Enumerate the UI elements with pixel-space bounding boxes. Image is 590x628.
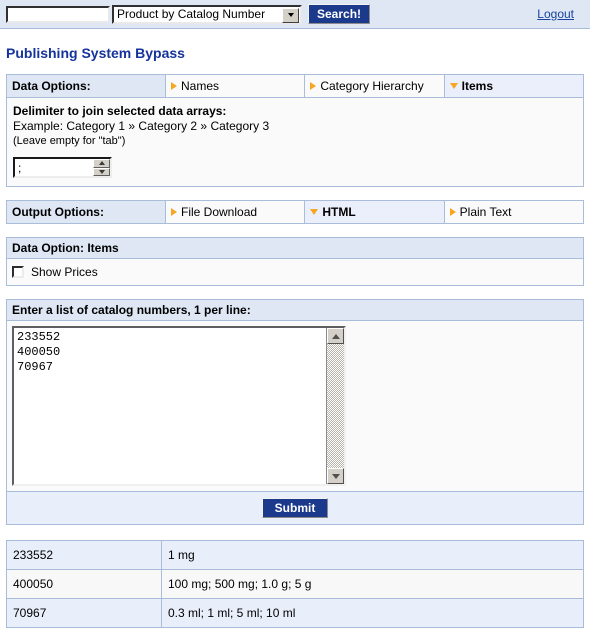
spinner-up-icon[interactable]	[93, 159, 110, 168]
result-sizes: 1 mg	[161, 540, 584, 570]
catalog-textarea-wrap: 233552 400050 70967	[12, 326, 346, 486]
triangle-right-icon	[449, 207, 456, 216]
data-options-label: Data Options:	[6, 74, 166, 98]
output-option-html[interactable]: HTML	[304, 200, 445, 224]
scroll-up-icon[interactable]	[327, 328, 344, 344]
logout-link[interactable]: Logout	[537, 7, 574, 21]
data-option-items-label: Items	[461, 79, 494, 93]
search-scope-select[interactable]: Product by Catalog Number	[112, 4, 302, 24]
search-input[interactable]	[6, 5, 110, 23]
triangle-down-icon	[310, 208, 319, 215]
data-option-names[interactable]: Names	[164, 74, 306, 98]
delimiter-section: Delimiter to join selected data arrays: …	[6, 98, 584, 187]
spinner-buttons	[93, 159, 110, 176]
data-option-items-heading: Data Option: Items	[7, 238, 583, 259]
output-option-plain-text-label: Plain Text	[459, 205, 512, 219]
data-option-items[interactable]: Items	[443, 74, 585, 98]
textarea-scrollbar[interactable]	[326, 328, 344, 484]
output-option-file-download[interactable]: File Download	[164, 200, 306, 224]
delimiter-example: Example: Category 1 » Category 2 » Categ…	[13, 119, 270, 133]
page-title: Publishing System Bypass	[6, 45, 185, 61]
result-catalog: 233552	[6, 540, 162, 570]
table-row: 400050 100 mg; 500 mg; 1.0 g; 5 g	[6, 569, 584, 599]
show-prices-label: Show Prices	[31, 265, 98, 279]
data-options-bar: Data Options: Names Category Hierarchy I…	[6, 74, 585, 98]
submit-row: Submit	[7, 492, 583, 524]
catalog-input-panel: Enter a list of catalog numbers, 1 per l…	[6, 299, 584, 525]
show-prices-checkbox[interactable]	[12, 266, 24, 278]
delimiter-note: (Leave empty for "tab")	[13, 135, 126, 147]
result-catalog: 70967	[6, 598, 162, 628]
result-catalog: 400050	[6, 569, 162, 599]
data-option-names-label: Names	[181, 79, 220, 93]
triangle-right-icon	[171, 81, 177, 90]
delimiter-spinner[interactable]	[13, 157, 112, 178]
triangle-right-icon	[171, 207, 177, 216]
data-option-items-panel: Data Option: Items Show Prices	[6, 237, 584, 286]
show-prices-row[interactable]: Show Prices	[12, 265, 578, 279]
output-option-plain-text[interactable]: Plain Text	[443, 200, 585, 224]
search-scope-value: Product by Catalog Number	[117, 7, 266, 21]
output-options-label: Output Options:	[6, 200, 166, 224]
triangle-down-icon	[449, 82, 458, 89]
result-sizes: 0.3 ml; 1 ml; 5 ml; 10 ml	[161, 598, 584, 628]
results-table: 233552 1 mg 400050 100 mg; 500 mg; 1.0 g…	[6, 540, 584, 628]
chevron-down-icon[interactable]	[282, 7, 299, 23]
table-row: 70967 0.3 ml; 1 ml; 5 ml; 10 ml	[6, 598, 584, 628]
data-option-category-hierarchy-label: Category Hierarchy	[320, 79, 424, 93]
catalog-input-body: 233552 400050 70967	[7, 321, 583, 492]
search-button[interactable]: Search!	[308, 4, 371, 24]
output-option-file-download-label: File Download	[181, 205, 258, 219]
catalog-numbers-textarea[interactable]: 233552 400050 70967	[14, 328, 326, 484]
scroll-down-icon[interactable]	[327, 468, 344, 484]
delimiter-title: Delimiter to join selected data arrays:	[13, 104, 227, 118]
triangle-right-icon	[310, 81, 317, 90]
catalog-input-heading: Enter a list of catalog numbers, 1 per l…	[7, 300, 583, 321]
logout-container: Logout	[537, 7, 584, 21]
output-option-html-label: HTML	[322, 205, 356, 219]
output-options-bar: Output Options: File Download HTML Plain…	[6, 200, 585, 224]
data-option-items-body: Show Prices	[7, 259, 583, 285]
delimiter-input[interactable]	[15, 159, 93, 176]
submit-button[interactable]: Submit	[261, 498, 329, 518]
data-option-category-hierarchy[interactable]: Category Hierarchy	[304, 74, 445, 98]
spinner-down-icon[interactable]	[93, 167, 110, 176]
result-sizes: 100 mg; 500 mg; 1.0 g; 5 g	[161, 569, 584, 599]
top-search-bar: Product by Catalog Number Search! Logout	[0, 0, 590, 29]
table-row: 233552 1 mg	[6, 540, 584, 570]
